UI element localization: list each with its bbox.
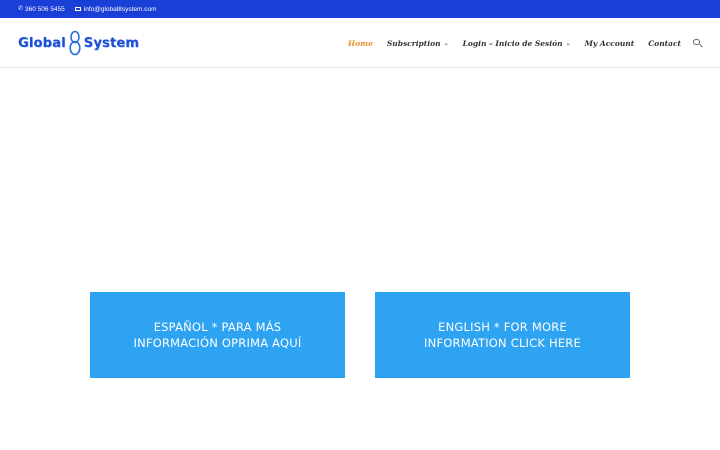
nav-login-label: Login – Inicio de Sesión: [462, 38, 563, 48]
nav-contact-label: Contact: [648, 38, 681, 48]
phone-icon: ✆: [18, 6, 24, 12]
email-address: info@global8system.com: [83, 5, 157, 13]
phone-number: 360 506 5455: [25, 5, 65, 13]
english-info-button[interactable]: ENGLISH * FOR MORE INFORMATION CLICK HER…: [375, 292, 630, 378]
nav-home-label: Home: [348, 38, 373, 48]
logo-word-global: Global: [18, 35, 66, 51]
chevron-down-icon: ⌄: [443, 39, 449, 47]
nav-my-account-label: My Account: [584, 38, 635, 48]
phone-item[interactable]: ✆ 360 506 5455: [18, 6, 65, 13]
email-item[interactable]: info@global8system.com: [74, 5, 157, 13]
figure-eight-logo-icon: [69, 30, 81, 56]
main-nav: Home Subscription ⌄ Login – Inicio de Se…: [334, 18, 702, 68]
spanish-info-button[interactable]: ESPAÑOL * PARA MÁS INFORMACIÓN OPRIMA AQ…: [90, 292, 345, 378]
site-header: Global System Home Subscription ⌄ Login …: [0, 18, 720, 68]
nav-subscription-label: Subscription: [386, 38, 441, 48]
nav-contact[interactable]: Contact: [648, 39, 681, 48]
nav-home[interactable]: Home: [348, 39, 373, 48]
envelope-icon: [74, 6, 81, 12]
chevron-down-icon: ⌄: [565, 39, 571, 47]
nav-my-account[interactable]: My Account: [585, 39, 635, 48]
top-bar: ✆ 360 506 5455 info@global8system.com: [0, 0, 720, 18]
nav-login[interactable]: Login – Inicio de Sesión ⌄: [463, 39, 571, 48]
english-info-label: ENGLISH * FOR MORE INFORMATION CLICK HER…: [424, 320, 581, 350]
site-logo[interactable]: Global System: [18, 28, 139, 58]
nav-subscription[interactable]: Subscription ⌄: [387, 39, 449, 48]
logo-word-system: System: [83, 35, 140, 51]
search-icon[interactable]: [693, 38, 702, 48]
spanish-info-label: ESPAÑOL * PARA MÁS INFORMACIÓN OPRIMA AQ…: [133, 320, 302, 350]
